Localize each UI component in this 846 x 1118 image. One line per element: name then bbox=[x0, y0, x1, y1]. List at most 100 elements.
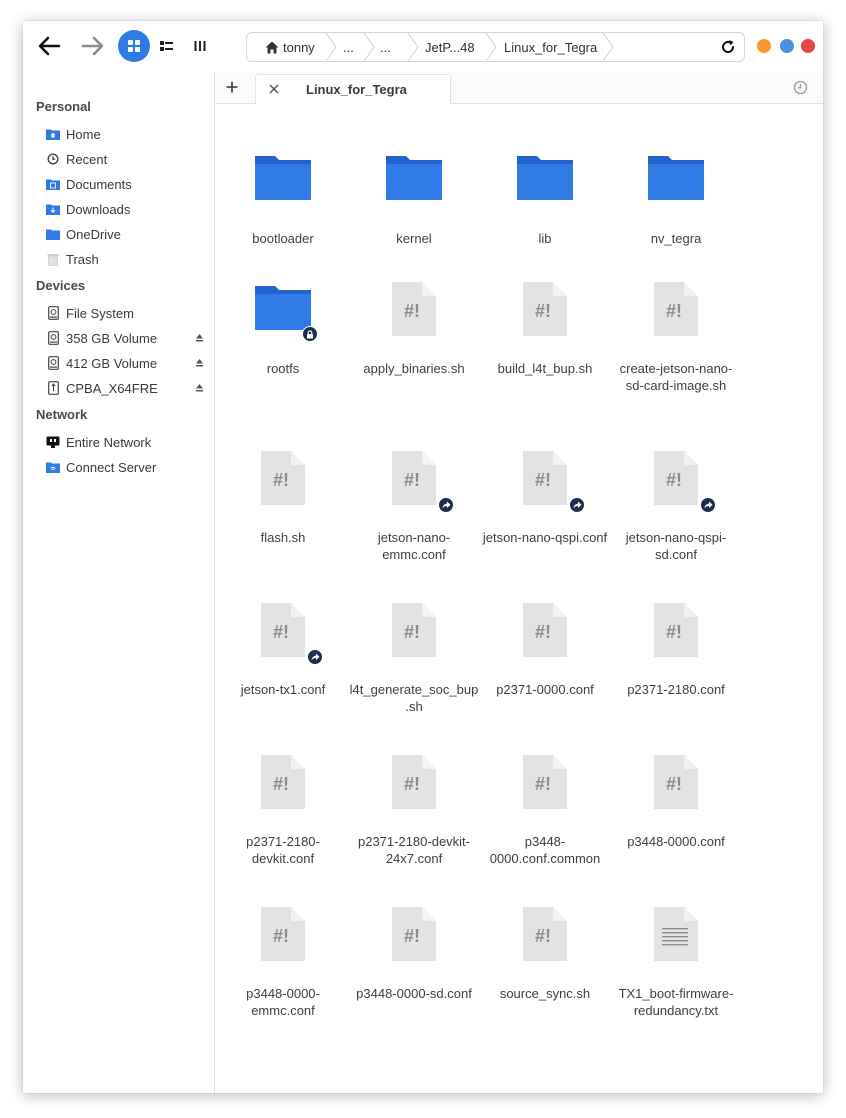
breadcrumb-home[interactable]: tonny bbox=[265, 33, 315, 61]
file-item[interactable]: #! jetson-tx1.conf bbox=[218, 603, 348, 753]
symlink-emblem-icon bbox=[569, 497, 585, 513]
svg-text:#!: #! bbox=[273, 774, 289, 794]
svg-text:#!: #! bbox=[535, 301, 551, 321]
forward-button[interactable] bbox=[79, 33, 107, 59]
column-view-button[interactable] bbox=[188, 34, 212, 58]
file-name-label: flash.sh bbox=[260, 530, 306, 545]
sidebar-item-label: OneDrive bbox=[66, 227, 121, 242]
maximize-button[interactable] bbox=[780, 39, 794, 53]
file-name-label: p3448-0000-emmc.conf bbox=[246, 986, 320, 1018]
drive-icon bbox=[46, 306, 60, 320]
sidebar-item-home[interactable]: Home bbox=[23, 122, 214, 146]
file-item[interactable]: #! p3448-0000.conf.common bbox=[480, 755, 610, 905]
close-icon[interactable] bbox=[268, 83, 280, 95]
close-button[interactable] bbox=[801, 39, 815, 53]
file-item[interactable]: #! l4t_generate_soc_bup.sh bbox=[349, 603, 479, 753]
sidebar-item-cpba-x64fre[interactable]: CPBA_X64FRE bbox=[23, 376, 214, 400]
folder-icon bbox=[253, 152, 313, 208]
script-file-icon: #! bbox=[384, 603, 444, 659]
sidebar-item-file-system[interactable]: File System bbox=[23, 301, 214, 325]
breadcrumb-separator bbox=[407, 33, 419, 61]
folder-item[interactable]: kernel bbox=[349, 152, 479, 302]
columns-icon bbox=[194, 41, 206, 51]
file-name-label: p2371-2180.conf bbox=[627, 682, 725, 697]
folder-item[interactable]: lib bbox=[480, 152, 610, 302]
sidebar-item-documents[interactable]: Documents bbox=[23, 172, 214, 196]
eject-icon[interactable] bbox=[195, 381, 205, 393]
folder-item[interactable]: bootloader bbox=[218, 152, 348, 302]
svg-text:#!: #! bbox=[666, 301, 682, 321]
sidebar-item-trash[interactable]: Trash bbox=[23, 247, 214, 271]
home-icon bbox=[265, 41, 279, 53]
symlink-emblem-icon bbox=[700, 497, 716, 513]
sidebar-item-connect-server[interactable]: Connect Server bbox=[23, 455, 214, 479]
file-item[interactable]: #! flash.sh bbox=[218, 451, 348, 601]
sidebar-section-title: Network bbox=[36, 407, 88, 422]
breadcrumb-item[interactable]: ... bbox=[343, 33, 354, 61]
file-item[interactable]: #! p3448-0000-sd.conf bbox=[349, 907, 479, 1057]
icon-view-button[interactable] bbox=[118, 30, 150, 62]
breadcrumb-item[interactable]: ... bbox=[380, 33, 391, 61]
drive-icon bbox=[46, 356, 60, 370]
script-file-icon: #! bbox=[253, 755, 313, 811]
script-file-icon: #! bbox=[384, 282, 444, 338]
script-file-icon: #! bbox=[646, 451, 706, 507]
sidebar-section-title: Personal bbox=[36, 99, 91, 114]
breadcrumb-current[interactable]: Linux_for_Tegra bbox=[504, 33, 597, 61]
file-name-label: p3448-0000.conf.common bbox=[489, 834, 601, 866]
file-name-label: build_l4t_bup.sh bbox=[497, 361, 593, 376]
reload-button[interactable] bbox=[718, 37, 738, 57]
script-file-icon: #! bbox=[646, 603, 706, 659]
list-view-button[interactable] bbox=[155, 34, 179, 58]
folder-item[interactable]: rootfs bbox=[218, 282, 348, 432]
tab-linux-for-tegra[interactable]: Linux_for_Tegra bbox=[255, 74, 451, 105]
network-icon bbox=[46, 435, 60, 449]
script-file-icon: #! bbox=[515, 907, 575, 963]
eject-icon[interactable] bbox=[195, 331, 205, 343]
sidebar-item-358-gb-volume[interactable]: 358 GB Volume bbox=[23, 326, 214, 350]
file-item[interactable]: #! p2371-2180.conf bbox=[611, 603, 741, 753]
text-file-icon bbox=[646, 907, 706, 963]
file-item[interactable]: #! jetson-nano-qspi-sd.conf bbox=[611, 451, 741, 601]
folder-item[interactable]: nv_tegra bbox=[611, 152, 741, 302]
file-item[interactable]: #! build_l4t_bup.sh bbox=[480, 282, 610, 432]
file-name-label: p3448-0000.conf bbox=[627, 834, 725, 849]
sidebar-item-downloads[interactable]: Downloads bbox=[23, 197, 214, 221]
breadcrumb-separator bbox=[485, 33, 497, 61]
file-item[interactable]: #! source_sync.sh bbox=[480, 907, 610, 1057]
file-item[interactable]: #! p2371-2180-devkit.conf bbox=[218, 755, 348, 905]
script-file-icon: #! bbox=[384, 907, 444, 963]
symlink-emblem-icon bbox=[438, 497, 454, 513]
file-item[interactable]: #! create-jetson-nano-sd-card-image.sh bbox=[611, 282, 741, 432]
eject-icon[interactable] bbox=[195, 356, 205, 368]
breadcrumb-label: ... bbox=[343, 39, 354, 55]
file-name-label: p3448-0000-sd.conf bbox=[356, 986, 472, 1001]
breadcrumb-separator bbox=[325, 33, 337, 61]
file-item[interactable]: #! apply_binaries.sh bbox=[349, 282, 479, 432]
downloads-folder-icon bbox=[46, 202, 60, 216]
file-item[interactable]: #! jetson-nano-qspi.conf bbox=[480, 451, 610, 601]
file-item[interactable]: #! p2371-2180-devkit-24x7.conf bbox=[349, 755, 479, 905]
svg-text:#!: #! bbox=[404, 470, 420, 490]
file-item[interactable]: #! p3448-0000-emmc.conf bbox=[218, 907, 348, 1057]
file-item[interactable]: #! jetson-nano-emmc.conf bbox=[349, 451, 479, 601]
sidebar-item-label: CPBA_X64FRE bbox=[66, 381, 158, 396]
file-item[interactable]: #! p2371-0000.conf bbox=[480, 603, 610, 753]
sidebar-item-412-gb-volume[interactable]: 412 GB Volume bbox=[23, 351, 214, 375]
svg-text:#!: #! bbox=[273, 470, 289, 490]
breadcrumb-item[interactable]: JetP...48 bbox=[425, 33, 475, 61]
back-button[interactable] bbox=[35, 33, 63, 59]
sidebar-item-recent[interactable]: Recent bbox=[23, 147, 214, 171]
sidebar-item-label: 412 GB Volume bbox=[66, 356, 158, 371]
file-item[interactable]: TX1_boot-firmware-redundancy.txt bbox=[611, 907, 741, 1057]
file-item[interactable]: #! p3448-0000.conf bbox=[611, 755, 741, 905]
new-tab-button[interactable] bbox=[223, 78, 241, 96]
script-file-icon: #! bbox=[253, 603, 313, 659]
svg-text:#!: #! bbox=[404, 622, 420, 642]
minimize-button[interactable] bbox=[757, 39, 771, 53]
svg-text:#!: #! bbox=[404, 301, 420, 321]
home-folder-icon bbox=[46, 127, 60, 141]
history-clock-icon[interactable] bbox=[793, 80, 808, 95]
sidebar-item-entire-network[interactable]: Entire Network bbox=[23, 430, 214, 454]
sidebar-item-onedrive[interactable]: OneDrive bbox=[23, 222, 214, 246]
